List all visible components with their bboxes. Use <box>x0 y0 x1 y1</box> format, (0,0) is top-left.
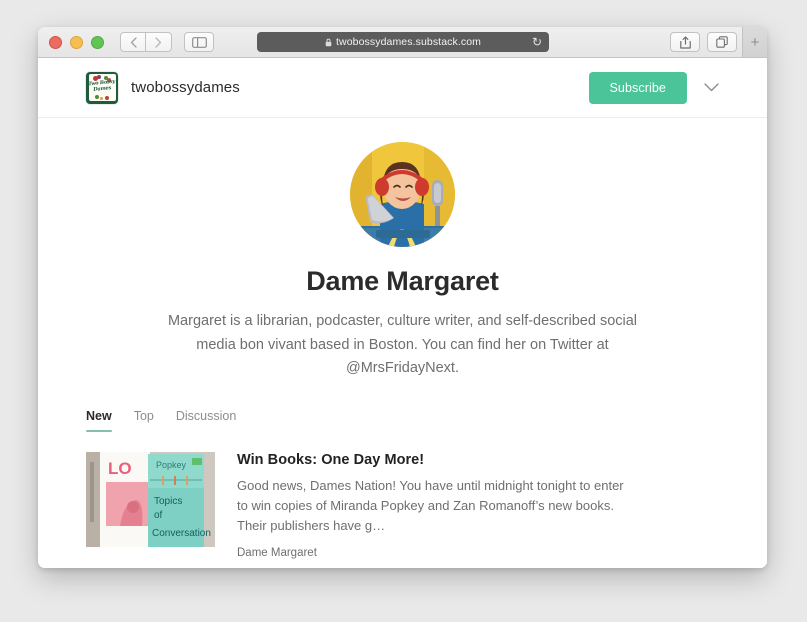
tab-new[interactable]: New <box>86 409 112 432</box>
post-author: Dame Margaret <box>237 546 317 559</box>
chevron-right-icon <box>155 36 162 48</box>
tabs-overview-button[interactable] <box>707 32 737 52</box>
share-icon <box>679 35 691 49</box>
thumb-text-of: of <box>154 510 163 521</box>
thumb-text-topics: Topics <box>154 496 182 507</box>
web-page-content: Two Bossy Dames twobossydames Subscribe <box>38 58 767 568</box>
avatar-illustration <box>350 142 455 247</box>
navigation-buttons <box>120 32 172 52</box>
toolbar-right-actions <box>670 32 737 52</box>
subscribe-button[interactable]: Subscribe <box>588 71 687 104</box>
sidebar-toggle-button[interactable] <box>184 32 214 52</box>
page-title: Dame Margaret <box>306 266 499 296</box>
content-tabs: New Top Discussion <box>38 409 767 432</box>
address-bar[interactable]: twobossydames.substack.com ↻ <box>257 32 549 52</box>
list-item[interactable]: LO Popkey Topics of Conversation Win Boo… <box>86 451 719 559</box>
forward-button[interactable] <box>146 32 172 52</box>
post-excerpt: Good news, Dames Nation! You have until … <box>237 477 624 533</box>
close-window-button[interactable] <box>49 35 62 49</box>
publication-logo: Two Bossy Dames <box>86 71 118 104</box>
post-body: Win Books: One Day More! Good news, Dame… <box>237 452 719 559</box>
profile-section: Dame Margaret Margaret is a librarian, p… <box>38 118 767 381</box>
site-header: Two Bossy Dames twobossydames Subscribe <box>38 58 767 118</box>
tab-top[interactable]: Top <box>134 409 154 432</box>
browser-toolbar: twobossydames.substack.com ↻ + <box>38 27 767 58</box>
tab-discussion[interactable]: Discussion <box>176 409 236 432</box>
thumb-text-conversation: Conversation <box>152 528 211 539</box>
chevron-left-icon <box>130 36 137 48</box>
thumb-text-popkey: Popkey <box>156 460 187 470</box>
back-button[interactable] <box>120 32 146 52</box>
reload-button[interactable]: ↻ <box>532 36 542 48</box>
minimize-window-button[interactable] <box>70 35 83 49</box>
publication-name: twobossydames <box>131 79 240 96</box>
share-button[interactable] <box>670 32 700 52</box>
lock-icon <box>325 38 332 47</box>
thumb-text-lo: LO <box>108 459 132 478</box>
tabs-icon <box>716 36 728 48</box>
zoom-window-button[interactable] <box>91 35 104 49</box>
post-thumbnail-image: LO Popkey Topics of Conversation <box>86 451 215 547</box>
new-tab-button[interactable]: + <box>742 27 767 57</box>
browser-window: twobossydames.substack.com ↻ + Two Bossy… <box>38 27 767 568</box>
window-controls <box>49 35 104 49</box>
post-list: LO Popkey Topics of Conversation Win Boo… <box>38 432 767 559</box>
post-title[interactable]: Win Books: One Day More! <box>237 452 719 468</box>
profile-bio: Margaret is a librarian, podcaster, cult… <box>167 313 638 376</box>
post-thumbnail[interactable]: LO Popkey Topics of Conversation <box>86 451 215 547</box>
address-bar-text: twobossydames.substack.com <box>336 36 481 48</box>
sidebar-icon <box>191 36 207 48</box>
chevron-down-icon[interactable] <box>704 81 719 94</box>
avatar <box>350 142 455 247</box>
site-brand[interactable]: Two Bossy Dames twobossydames <box>86 71 240 104</box>
header-actions: Subscribe <box>588 71 720 104</box>
